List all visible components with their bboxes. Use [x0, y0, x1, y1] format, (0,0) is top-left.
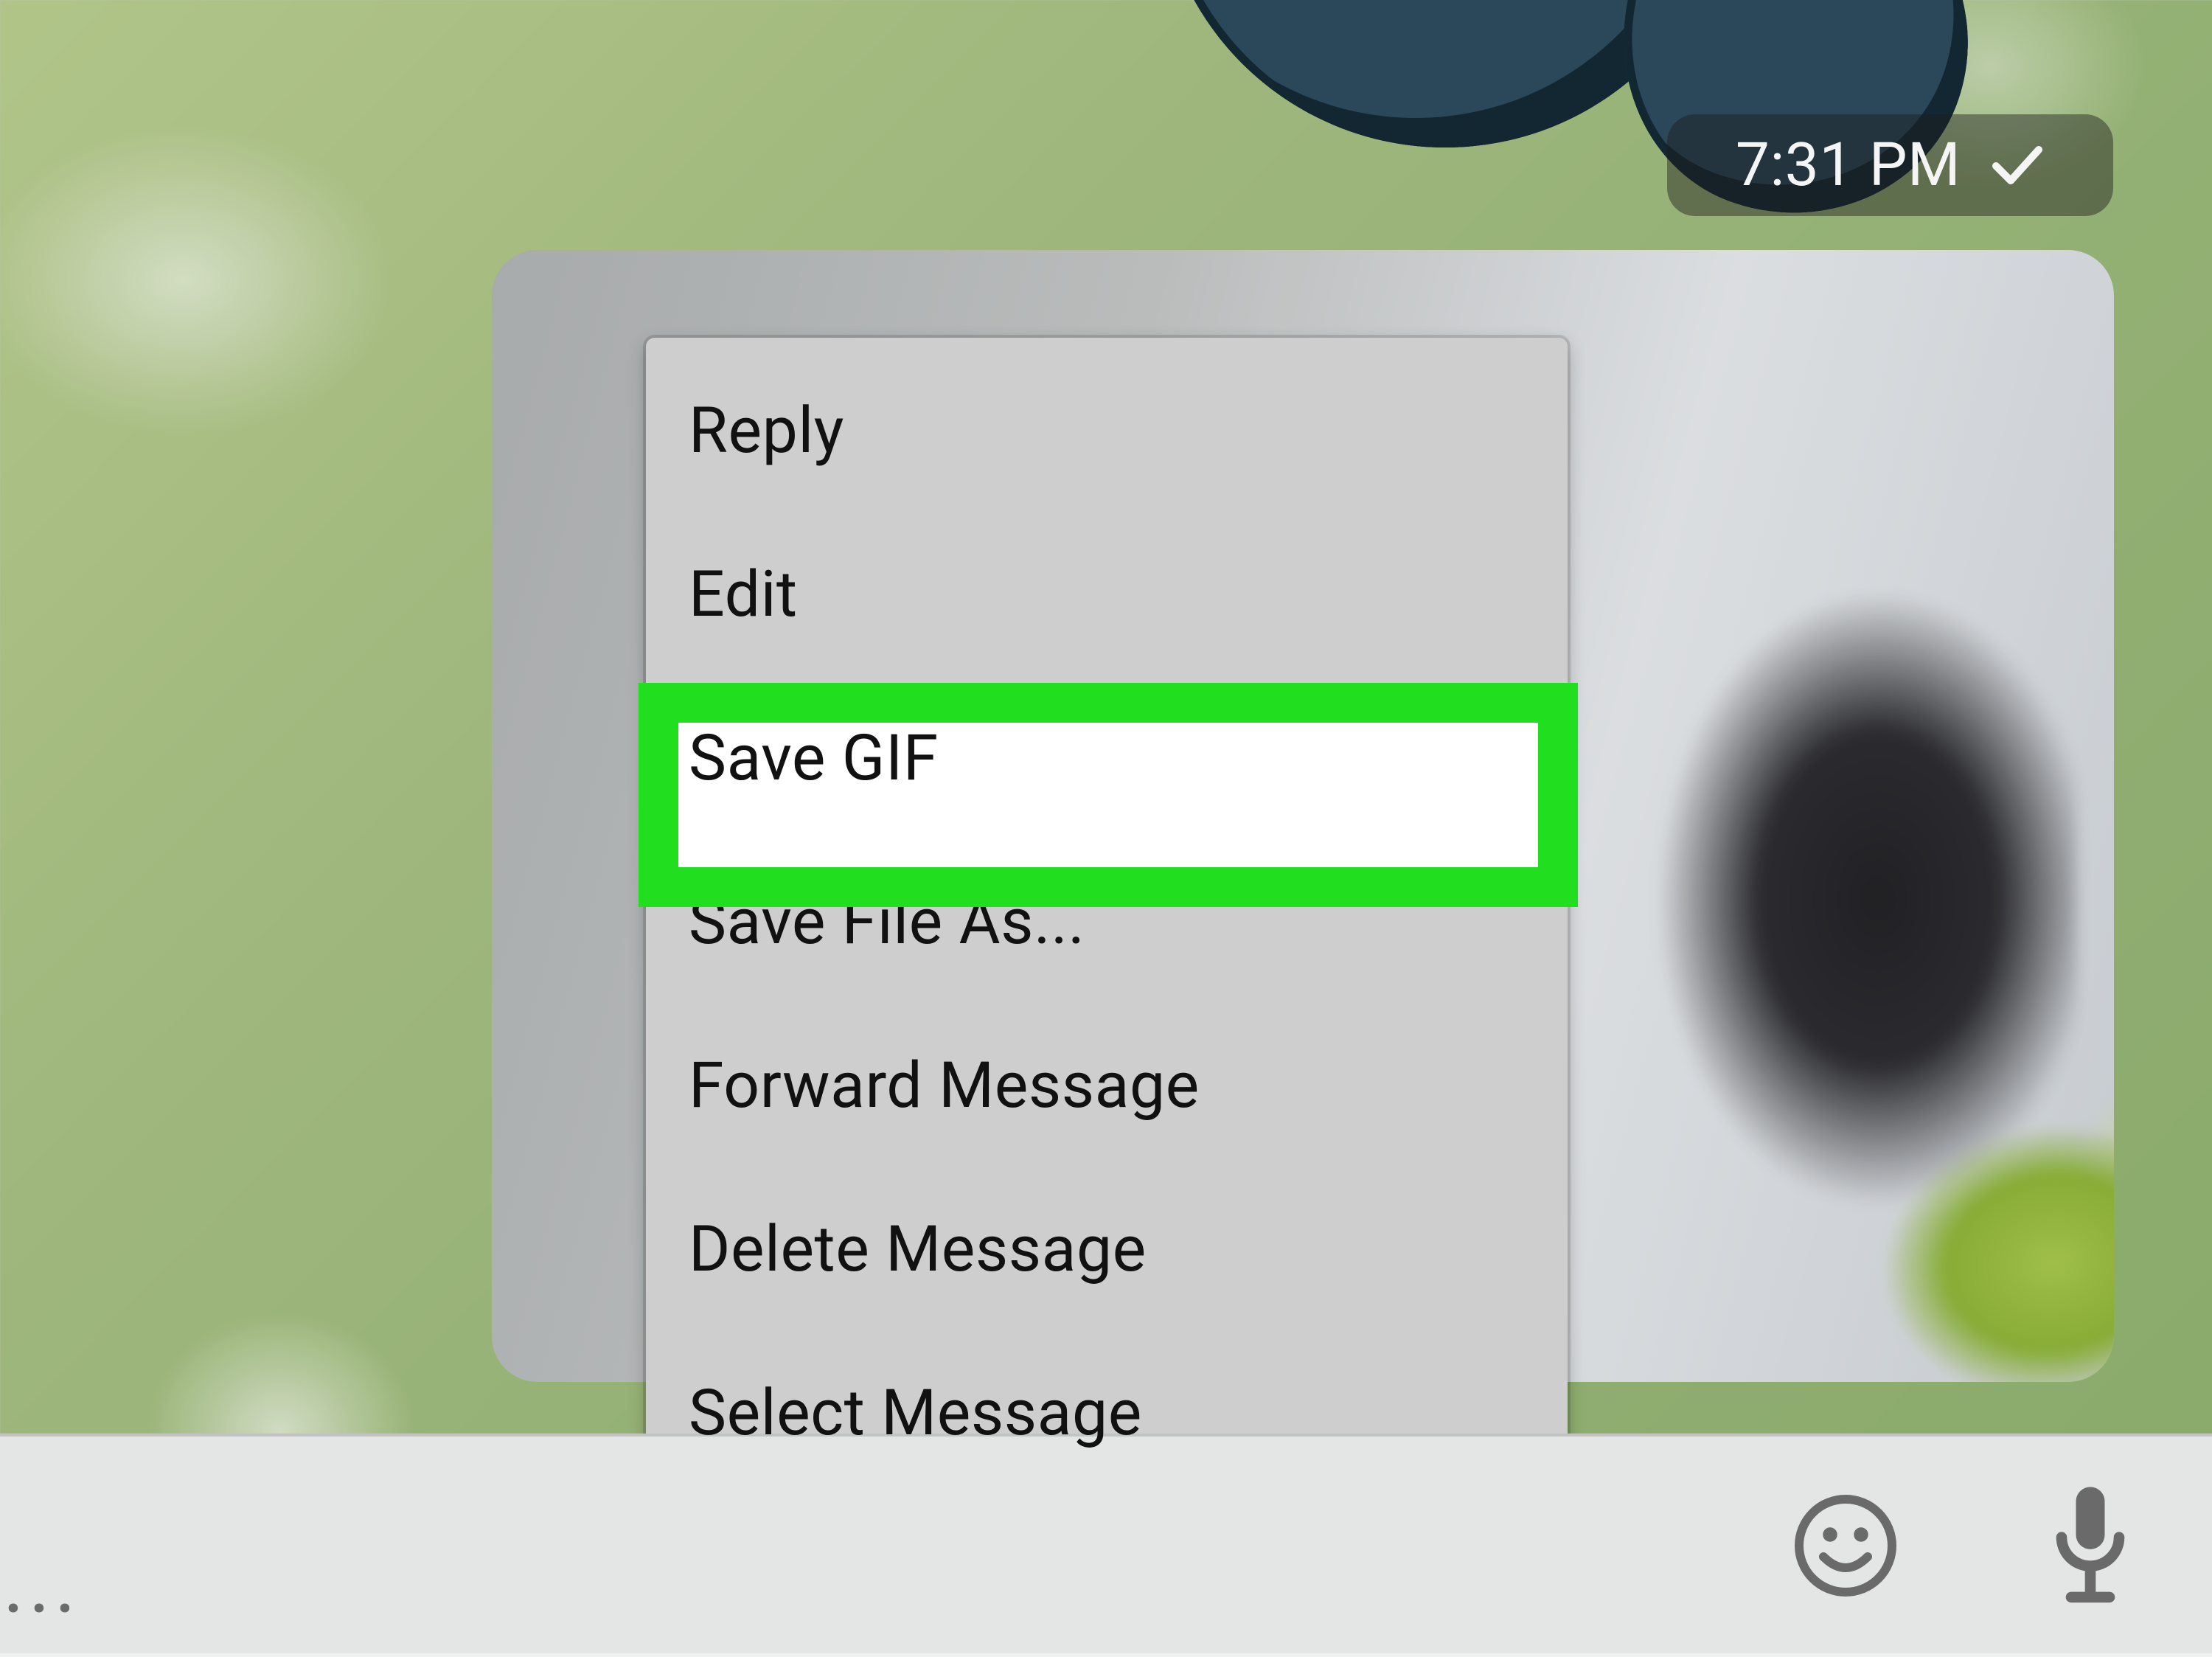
menu-item-reply[interactable]: Reply: [646, 348, 1568, 512]
menu-item-save-gif[interactable]: Save GIF: [646, 675, 1568, 839]
menu-item-label: Save File As...: [689, 884, 1085, 959]
message-timestamp: 7:31 PM: [1736, 130, 1961, 201]
menu-item-label: Forward Message: [689, 1048, 1200, 1122]
menu-item-label: Save GIF: [689, 720, 939, 795]
message-timestamp-bubble: 7:31 PM: [1667, 114, 2113, 216]
menu-item-select-message[interactable]: Select Message: [646, 1330, 1568, 1494]
menu-item-delete-message[interactable]: Delete Message: [646, 1167, 1568, 1330]
menu-item-forward-message[interactable]: Forward Message: [646, 1003, 1568, 1167]
menu-item-label: Reply: [689, 393, 844, 468]
input-placeholder-ellipsis[interactable]: ...: [3, 1537, 80, 1632]
menu-item-edit[interactable]: Edit: [646, 512, 1568, 675]
menu-item-label: Delete Message: [689, 1212, 1147, 1286]
microphone-icon[interactable]: [2042, 1479, 2138, 1615]
message-context-menu: Reply Edit Save GIF Save File As... Forw…: [646, 338, 1568, 1509]
sent-check-icon: [1990, 142, 2045, 188]
menu-item-label: Select Message: [689, 1375, 1142, 1450]
menu-item-label: Edit: [689, 557, 798, 631]
menu-item-save-file-as[interactable]: Save File As...: [646, 839, 1568, 1003]
emoji-icon[interactable]: [1790, 1490, 1901, 1604]
